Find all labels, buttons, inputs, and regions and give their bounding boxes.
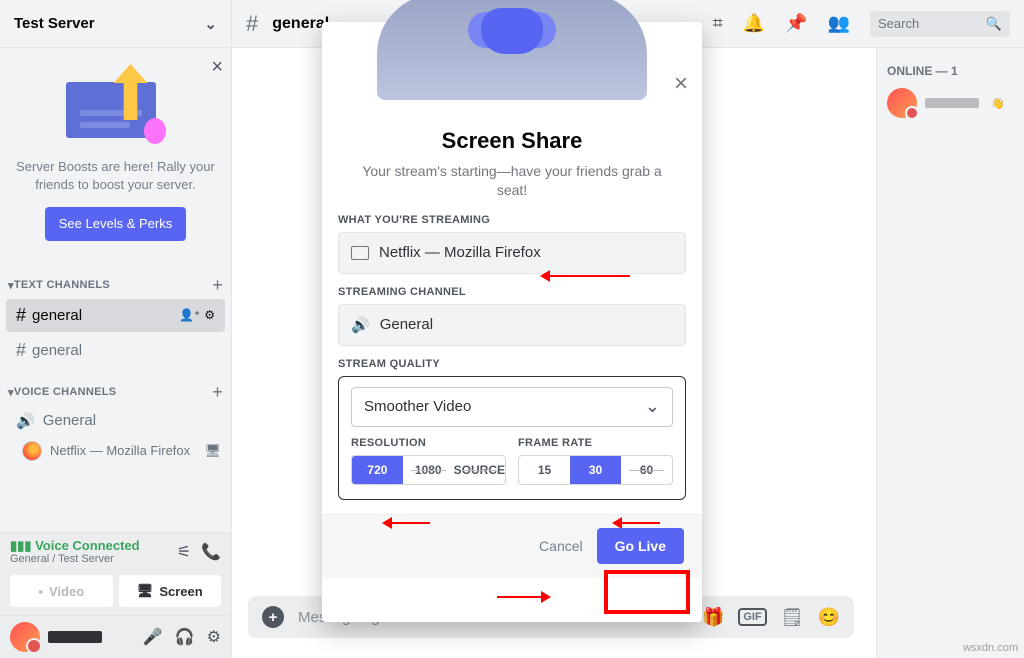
res-1080-locked[interactable]: 1080 <box>403 456 454 484</box>
modal-subtitle: Your stream's starting—have your friends… <box>352 162 672 200</box>
framerate-segmented: 15 30 60 <box>518 455 673 485</box>
label-resolution: RESOLUTION <box>351 437 506 449</box>
close-icon[interactable]: × <box>674 70 688 98</box>
quality-box: Smoother Video ⌄ RESOLUTION 720 1080 SOU… <box>338 376 686 500</box>
modal-overlay: × Screen Share Your stream's starting—ha… <box>0 0 1024 658</box>
modal-illustration <box>322 22 702 118</box>
resolution-segmented: 720 1080 SOURCE <box>351 455 506 485</box>
label-framerate: FRAME RATE <box>518 437 673 449</box>
streaming-source-field[interactable]: Netflix — Mozilla Firefox <box>338 232 686 274</box>
cancel-button[interactable]: Cancel <box>539 538 583 554</box>
go-live-button[interactable]: Go Live <box>597 528 684 564</box>
screen-share-modal: × Screen Share Your stream's starting—ha… <box>322 22 702 622</box>
quality-preset-dropdown[interactable]: Smoother Video ⌄ <box>351 387 673 427</box>
speaker-icon: 🔊 <box>351 316 370 334</box>
res-720[interactable]: 720 <box>352 456 403 484</box>
chevron-down-icon: ⌄ <box>645 396 660 417</box>
modal-footer: Cancel Go Live <box>322 514 702 578</box>
fps-30[interactable]: 30 <box>570 456 621 484</box>
fps-15[interactable]: 15 <box>519 456 570 484</box>
annotation-arrow <box>497 591 551 603</box>
streaming-channel-field[interactable]: 🔊 General <box>338 304 686 346</box>
window-icon <box>351 246 369 260</box>
label-channel: STREAMING CHANNEL <box>338 286 686 298</box>
res-source-locked[interactable]: SOURCE <box>454 456 505 484</box>
label-streaming: WHAT YOU'RE STREAMING <box>338 214 686 226</box>
fps-60-locked[interactable]: 60 <box>621 456 672 484</box>
label-quality: STREAM QUALITY <box>338 358 686 370</box>
watermark: wsxdn.com <box>963 642 1018 654</box>
modal-title: Screen Share <box>322 128 702 154</box>
